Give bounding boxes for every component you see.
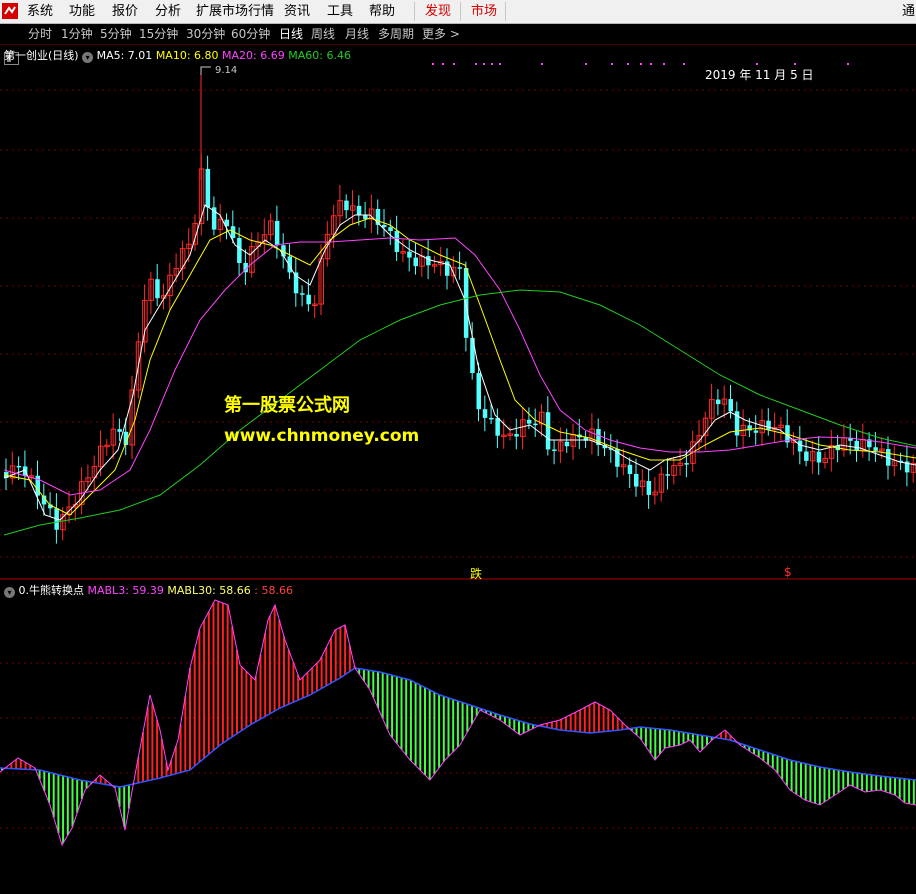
signal-dot	[663, 63, 665, 65]
candle-body	[476, 373, 481, 410]
candle-body	[463, 268, 469, 338]
candle-body	[564, 441, 570, 447]
signal-dot	[683, 63, 685, 65]
candle-body	[382, 224, 387, 228]
candle-body	[489, 417, 494, 420]
ma60-line	[3, 289, 916, 536]
dollar-signal-label: $	[784, 565, 792, 579]
bull-bear-indicator	[0, 599, 916, 847]
candle-body	[356, 205, 362, 216]
signal-dot	[491, 63, 493, 65]
main-legend: 第一创业(日线) ▾ MA5: 7.01 MA10: 6.80 MA20: 6.…	[4, 47, 351, 63]
candle-body	[205, 168, 211, 208]
candle-body	[766, 420, 771, 430]
high-marker-line	[200, 66, 211, 75]
candle-body	[300, 293, 305, 295]
watermark-title: 第一股票公式网	[224, 395, 350, 416]
candle-body	[514, 433, 519, 437]
candle-body	[873, 447, 878, 451]
candle-body	[634, 473, 639, 487]
candle-body	[552, 449, 557, 451]
high-price-label: 9.14	[215, 65, 238, 76]
candle-body	[388, 227, 393, 232]
signal-dot	[585, 63, 587, 65]
candle-body	[816, 451, 822, 463]
chevron-down-icon[interactable]: ▾	[82, 52, 94, 63]
cursor-date-label: 2019 年 11 月 5 日	[705, 68, 814, 82]
candle-body	[753, 430, 759, 433]
indicator-title: 0.牛熊转换点	[18, 584, 85, 597]
signal-dot	[453, 63, 455, 65]
candle-body	[728, 399, 733, 412]
candle-body	[155, 279, 160, 299]
sub-legend: ▾ 0.牛熊转换点 MABL3: 59.39 MABL30: 58.66 : 5…	[4, 582, 293, 598]
signal-dot	[442, 63, 444, 65]
ma20-value: MA20: 6.69	[222, 49, 285, 62]
candle-body	[665, 474, 670, 476]
candle-body	[715, 399, 721, 405]
ma60-value: MA60: 6.46	[288, 49, 351, 62]
signal-dot	[627, 63, 629, 65]
candle-body	[306, 294, 311, 305]
candle-body	[804, 451, 809, 461]
candlestick-series	[4, 72, 916, 544]
signal-dot	[756, 63, 758, 65]
signal-dots	[432, 63, 849, 65]
kline-chart-canvas[interactable]	[0, 0, 916, 894]
stock-title: 第一创业(日线)	[4, 49, 79, 62]
candle-body	[363, 215, 368, 220]
candle-body	[797, 440, 803, 452]
fall-signal-label: 跌	[470, 567, 483, 581]
mabl3-value: MABL3: 59.39	[87, 584, 164, 597]
signal-dot	[794, 63, 796, 65]
watermark-url: www.chnmoney.com	[224, 426, 420, 446]
ma10-value: MA10: 6.80	[155, 49, 219, 62]
signal-dot	[432, 63, 434, 65]
signal-dot	[475, 63, 477, 65]
indicator-extra-value: : 58.66	[254, 584, 293, 597]
candle-body	[407, 251, 412, 258]
candle-body	[482, 409, 488, 418]
candle-body	[533, 423, 538, 426]
candle-body	[627, 464, 633, 474]
candle-body	[684, 463, 689, 465]
signal-dot	[541, 63, 543, 65]
candle-body	[344, 200, 349, 211]
signal-dot	[650, 63, 652, 65]
candle-body	[495, 418, 500, 436]
candle-body	[545, 412, 551, 450]
candle-body	[237, 238, 242, 263]
candle-body	[646, 480, 652, 495]
mabl30-value: MABL30: 58.66	[167, 584, 251, 597]
candle-body	[274, 220, 280, 246]
signal-dot	[640, 63, 642, 65]
chevron-down-icon[interactable]: ▾	[4, 587, 15, 598]
candle-body	[526, 419, 532, 424]
signal-dot	[499, 63, 501, 65]
candle-body	[426, 256, 431, 266]
signal-dot	[847, 63, 849, 65]
candle-body	[117, 429, 122, 432]
signal-dot	[611, 63, 613, 65]
candle-body	[854, 440, 859, 451]
signal-dot	[483, 63, 485, 65]
ma5-value: MA5: 7.01	[96, 49, 153, 62]
candle-body	[457, 267, 463, 269]
candle-body	[16, 465, 22, 468]
candle-body	[413, 257, 418, 267]
